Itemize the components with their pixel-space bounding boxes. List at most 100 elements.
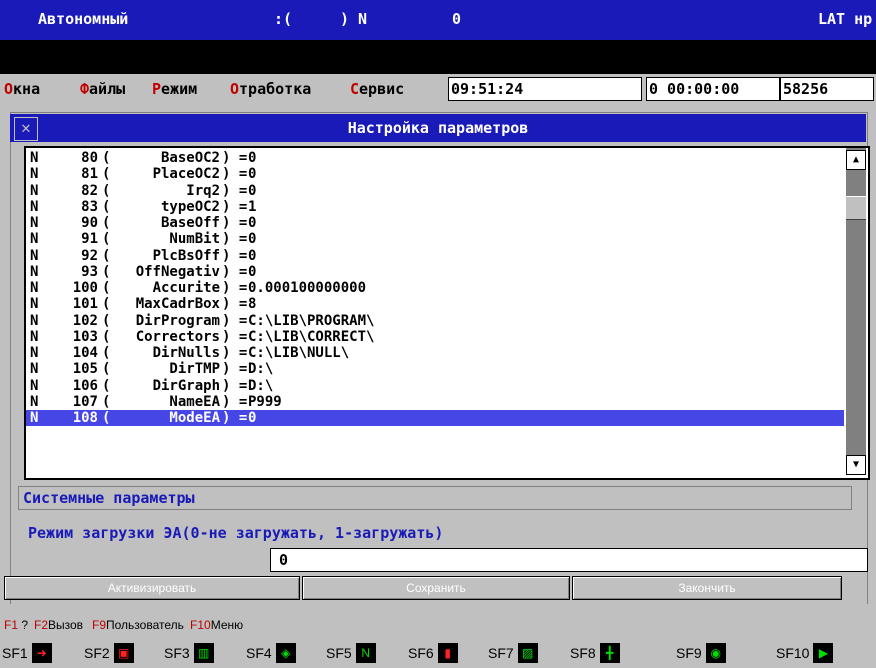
save-button[interactable]: Сохранить	[302, 576, 570, 600]
menu-windows[interactable]: Окна	[4, 80, 40, 98]
sf-key-1[interactable]: SF1 ➜	[2, 640, 52, 664]
sf-key-5[interactable]: SF5 N	[326, 640, 376, 664]
table-row[interactable]: N 92(PlcBsOff) = 0	[26, 248, 844, 264]
table-row[interactable]: N 103(Correctors) = C:\LIB\CORRECT\	[26, 329, 844, 345]
table-row[interactable]: N 80(BaseOC2) = 0	[26, 150, 844, 166]
row-value: 1	[248, 199, 257, 215]
fkey-f10[interactable]: F10Меню	[190, 616, 243, 634]
sf-key-4[interactable]: SF4 ◈	[246, 640, 296, 664]
sf-key-bar: SF1 ➜ SF2 ▣ SF3 ▥ SF4 ◈ SF5 N SF6 ▮ SF7 ▨ SF8 ╋ SF9 ◉ SF10…	[0, 634, 876, 668]
table-row[interactable]: N 90(BaseOff) = 0	[26, 215, 844, 231]
row-close-eq: ) =	[222, 231, 248, 247]
table-row[interactable]: N 83(typeOC2) = 1	[26, 199, 844, 215]
sf-key-8[interactable]: SF8 ╋	[570, 640, 620, 664]
row-flag: N	[30, 264, 39, 280]
row-number: 81	[81, 166, 98, 182]
menu-service[interactable]: Сервис	[350, 80, 404, 98]
menu-files[interactable]: Файлы	[80, 80, 125, 98]
row-flag: N	[30, 183, 39, 199]
close-icon[interactable]: ✕	[14, 117, 38, 141]
row-flag: N	[30, 329, 39, 345]
scroll-up-icon[interactable]: ▲	[846, 150, 866, 170]
parameter-hint: Режим загрузки ЭА(0-не загружать, 1-загр…	[28, 524, 444, 542]
clock-field: 09:51:24	[448, 77, 642, 101]
row-value: 0	[248, 248, 257, 264]
row-name: Irq2	[186, 183, 220, 199]
keyboard-layout: LAT нр	[818, 10, 873, 28]
row-number: 105	[72, 361, 98, 377]
row-name: DirGraph	[152, 378, 220, 394]
table-row[interactable]: N 101(MaxCadrBox) = 8	[26, 296, 844, 312]
row-close-eq: ) =	[222, 296, 248, 312]
sf-key-2[interactable]: SF2 ▣	[84, 640, 134, 664]
section-label: Системные параметры	[18, 486, 852, 510]
sf-key-9[interactable]: SF9 ◉	[676, 640, 726, 664]
row-flag: N	[30, 296, 39, 312]
row-number: 83	[81, 199, 98, 215]
row-close-eq: ) =	[222, 329, 248, 345]
scroll-thumb[interactable]	[846, 196, 866, 220]
fkey-f1[interactable]: F1 ?	[4, 616, 28, 634]
scroll-down-icon[interactable]: ▼	[846, 455, 866, 475]
row-value: C:\LIB\PROGRAM\	[248, 313, 375, 329]
table-row[interactable]: N 82(Irq2) = 0	[26, 183, 844, 199]
row-value: 0	[248, 150, 257, 166]
sf-key-label: SF7	[488, 645, 514, 662]
menu-mode[interactable]: Режим	[152, 80, 197, 98]
menu-processing[interactable]: Отработка	[230, 80, 311, 98]
row-name: OffNegativ	[135, 264, 220, 280]
n-box-icon: N	[355, 643, 376, 664]
sf-key-6[interactable]: SF6 ▮	[408, 640, 458, 664]
sf-key-3[interactable]: SF3 ▥	[164, 640, 214, 664]
arrow-right-icon: ➜	[31, 643, 52, 664]
chart-icon: ▥	[193, 643, 214, 664]
sf-key-label: SF8	[570, 645, 596, 662]
row-number: 93	[81, 264, 98, 280]
row-close-eq: ) =	[222, 313, 248, 329]
sf-key-label: SF2	[84, 645, 110, 662]
value-input[interactable]: 0	[270, 548, 868, 572]
row-value: 0	[248, 183, 257, 199]
message-line	[0, 40, 876, 74]
row-number: 101	[72, 296, 98, 312]
row-value: 0	[248, 231, 257, 247]
row-name: BaseOff	[160, 215, 220, 231]
row-number: 90	[81, 215, 98, 231]
table-row[interactable]: N 81(PlaceOC2) = 0	[26, 166, 844, 182]
fkey-f2[interactable]: F2Вызов	[34, 616, 83, 634]
status-face: :(	[274, 10, 293, 28]
timer-field: 0 00:00:00	[646, 77, 780, 101]
sf-key-10[interactable]: SF10 ▶	[776, 640, 834, 664]
row-number: 102	[72, 313, 98, 329]
sf-key-label: SF4	[246, 645, 272, 662]
row-close-eq: ) =	[222, 280, 248, 296]
dialog-titlebar[interactable]: Настройка параметров	[10, 114, 866, 142]
table-row[interactable]: N 107(NameEA) = P999	[26, 394, 844, 410]
activate-button[interactable]: Активизировать	[4, 576, 300, 600]
row-close-eq: ) =	[222, 166, 248, 182]
row-number: 104	[72, 345, 98, 361]
row-flag: N	[30, 231, 39, 247]
window-icon: ▣	[113, 643, 134, 664]
row-name: typeOC2	[160, 199, 220, 215]
sf-key-label: SF1	[2, 645, 28, 662]
status-bar: Автономный :( ) N 0 LAT нр	[0, 0, 876, 40]
sf-key-7[interactable]: SF7 ▨	[488, 640, 538, 664]
table-row[interactable]: N 100(Accurite) = 0.000100000000	[26, 280, 844, 296]
finish-button[interactable]: Закончить	[572, 576, 842, 600]
table-row[interactable]: N 93(OffNegativ) = 0	[26, 264, 844, 280]
fkey-f9[interactable]: F9Пользователь	[92, 616, 184, 634]
circle-icon: ◉	[705, 643, 726, 664]
row-value: 0	[248, 166, 257, 182]
edit-icon: ▨	[517, 643, 538, 664]
row-close-eq: ) =	[222, 248, 248, 264]
row-name: DirNulls	[152, 345, 220, 361]
table-row[interactable]: N 105(DirTMP) = D:\	[26, 361, 844, 377]
table-row[interactable]: N 104(DirNulls) = C:\LIB\NULL\	[26, 345, 844, 361]
table-row[interactable]: N 108(ModeEA) = 0	[26, 410, 844, 426]
row-flag: N	[30, 199, 39, 215]
table-row[interactable]: N 91(NumBit) = 0	[26, 231, 844, 247]
table-row[interactable]: N 106(DirGraph) = D:\	[26, 378, 844, 394]
row-close-eq: ) =	[222, 410, 248, 426]
table-row[interactable]: N 102(DirProgram) = C:\LIB\PROGRAM\	[26, 313, 844, 329]
